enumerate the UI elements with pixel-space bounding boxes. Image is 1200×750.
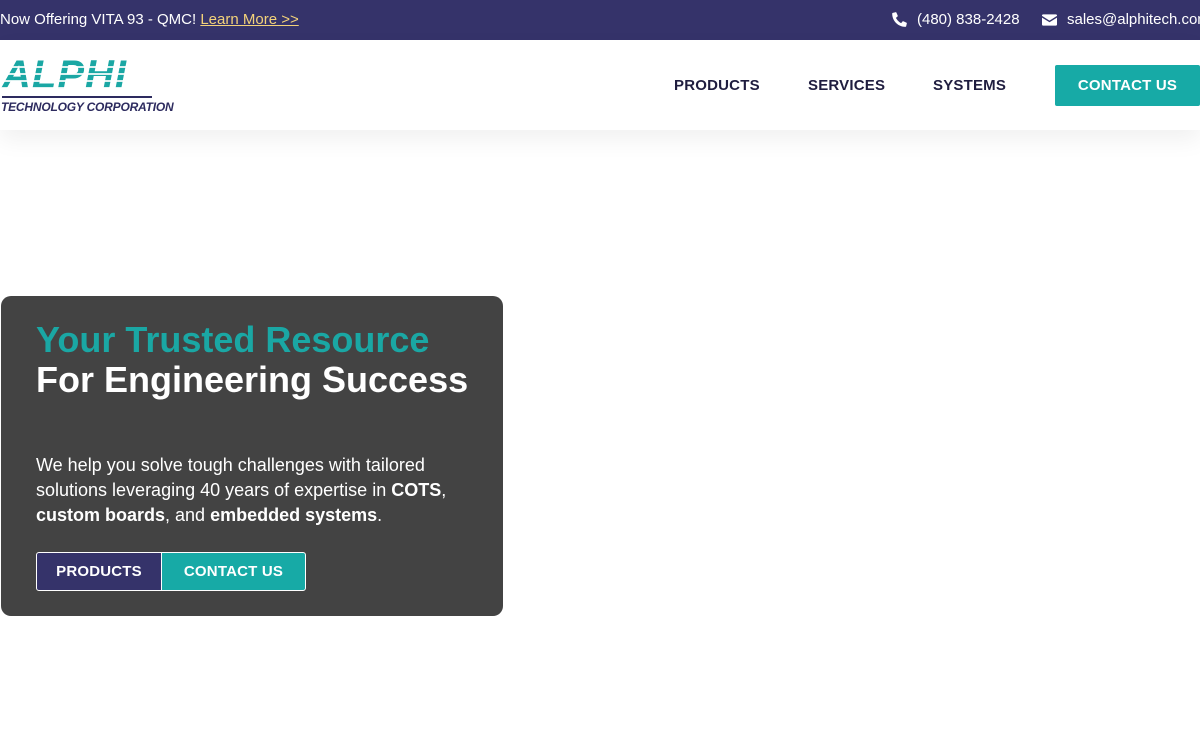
phone-icon: [892, 12, 907, 27]
hero-contact-button[interactable]: CONTACT US: [161, 552, 306, 591]
hero-products-button[interactable]: PRODUCTS: [36, 552, 162, 591]
nav-item-products[interactable]: PRODUCTS: [674, 77, 760, 94]
nav-item-systems[interactable]: SYSTEMS: [933, 77, 1006, 94]
envelope-icon: [1042, 13, 1057, 26]
email-address: sales@alphitech.com: [1067, 11, 1200, 28]
announcement-text: Now Offering VITA 93 - QMC!: [0, 11, 197, 28]
hero-desc-part2: ,: [441, 480, 447, 500]
learn-more-link[interactable]: Learn More >>: [200, 11, 298, 28]
hero-desc-cots: COTS: [391, 480, 442, 500]
hero-desc-part3: , and: [165, 505, 211, 525]
hero-description: We help you solve tough challenges with …: [36, 453, 476, 528]
hero-title-accent: Your Trusted Resource: [36, 319, 430, 360]
top-bar: Now Offering VITA 93 - QMC! Learn More >…: [0, 0, 1200, 40]
logo-stripes-graphic: [0, 66, 150, 89]
logo[interactable]: ALPHI TECHNOLOGY CORPORATION: [0, 52, 174, 114]
phone-number: (480) 838-2428: [917, 11, 1020, 28]
email-link[interactable]: sales@alphitech.com: [1042, 11, 1200, 28]
hero-title-rest: For Engineering Success: [36, 359, 469, 400]
logo-divider: [2, 96, 152, 98]
hero-title: Your Trusted Resource For Engineering Su…: [36, 320, 476, 400]
header-contact-button[interactable]: CONTACT US: [1055, 65, 1200, 106]
phone-link[interactable]: (480) 838-2428: [892, 11, 1020, 28]
site-header: ALPHI TECHNOLOGY CORPORATION PRODUCTS SE…: [0, 40, 1200, 130]
logo-subtitle: TECHNOLOGY CORPORATION: [1, 100, 174, 114]
hero-desc-custom-boards: custom boards: [36, 505, 166, 525]
nav-item-services[interactable]: SERVICES: [808, 77, 885, 94]
hero-desc-embedded-systems: embedded systems: [210, 505, 378, 525]
announcement: Now Offering VITA 93 - QMC! Learn More >…: [0, 11, 299, 28]
hero-desc-part4: .: [377, 505, 383, 525]
hero-desc-part1: We help you solve tough challenges with …: [36, 455, 425, 500]
hero-card: Your Trusted Resource For Engineering Su…: [1, 296, 503, 616]
